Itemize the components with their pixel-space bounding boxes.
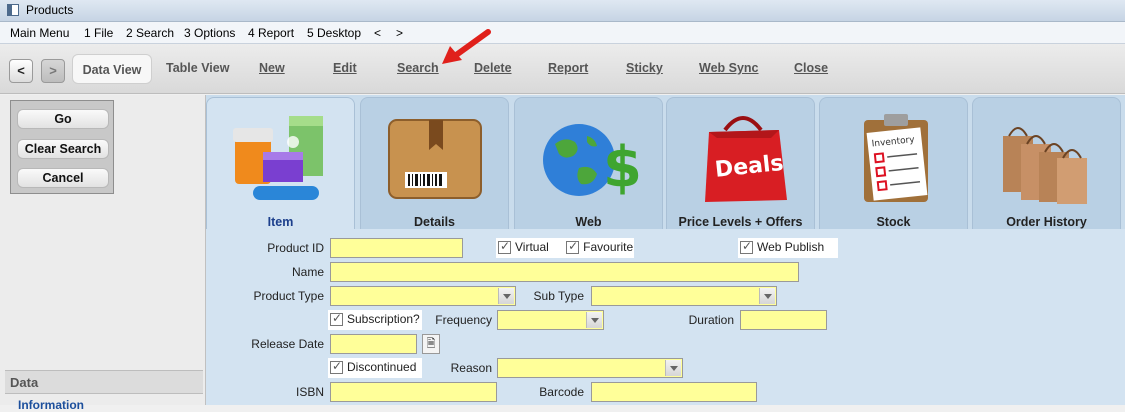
- menu-desktop[interactable]: 5 Desktop: [307, 26, 361, 40]
- chevron-down-icon[interactable]: [586, 312, 602, 328]
- tab-details-label: Details: [414, 215, 455, 229]
- discontinued-checkbox[interactable]: [330, 359, 343, 374]
- edit-button[interactable]: Edit: [333, 61, 357, 75]
- subscription-group: Subscription?: [328, 310, 422, 330]
- frequency-select[interactable]: [497, 310, 604, 330]
- frequency-label: Frequency: [435, 313, 492, 327]
- barcode-label: Barcode: [539, 385, 584, 399]
- table-view-button[interactable]: Table View: [166, 61, 229, 75]
- virtual-favourite-group: Virtual Favourite: [496, 238, 634, 258]
- box-icon: [388, 119, 482, 199]
- virtual-label: Virtual: [515, 240, 549, 254]
- reason-select[interactable]: [497, 358, 683, 378]
- sub-type-label: Sub Type: [533, 289, 584, 303]
- data-section-header: Data: [5, 370, 203, 394]
- release-date-label: Release Date: [251, 337, 324, 351]
- svg-text:$: $: [603, 135, 642, 200]
- products-icon: [233, 116, 323, 200]
- annotation-arrow-icon: [442, 29, 491, 64]
- menu-search[interactable]: 2 Search: [126, 26, 174, 40]
- tab-price-levels-label: Price Levels + Offers: [678, 215, 803, 229]
- close-button[interactable]: Close: [794, 61, 828, 75]
- window-icon: [7, 4, 19, 16]
- tab-web[interactable]: $ Web: [514, 97, 663, 229]
- go-button[interactable]: Go: [17, 109, 109, 129]
- duration-label: Duration: [688, 313, 734, 327]
- favourite-checkbox[interactable]: [566, 239, 580, 254]
- tab-stock-label: Stock: [876, 215, 911, 229]
- toolbar: < > Data View Table View New Edit Search…: [0, 44, 1125, 94]
- product-type-label: Product Type: [253, 289, 325, 303]
- menu-options[interactable]: 3 Options: [184, 26, 235, 40]
- forward-button[interactable]: >: [41, 59, 65, 83]
- window-title: Products: [26, 3, 74, 17]
- subscription-checkbox[interactable]: [330, 311, 343, 326]
- tab-stock[interactable]: Inventory Stock: [819, 97, 968, 229]
- inventory-clipboard-icon: Inventory: [864, 114, 928, 202]
- tab-order-history-label: Order History: [1006, 215, 1087, 229]
- tab-web-label: Web: [575, 215, 602, 229]
- chevron-down-icon[interactable]: [665, 360, 681, 376]
- subscription-label: Subscription?: [347, 312, 420, 326]
- calendar-icon[interactable]: 🗎: [422, 334, 440, 354]
- reason-label: Reason: [450, 361, 492, 375]
- discontinued-group: Discontinued: [328, 358, 422, 378]
- isbn-label: ISBN: [295, 385, 324, 399]
- cancel-button[interactable]: Cancel: [17, 168, 109, 188]
- chevron-down-icon[interactable]: [759, 288, 775, 304]
- shopping-bags-icon: [1003, 127, 1087, 204]
- left-panel: Go Clear Search Cancel Data Information: [0, 95, 206, 412]
- search-button[interactable]: Search: [397, 61, 439, 75]
- data-view-button[interactable]: Data View: [72, 54, 152, 84]
- virtual-checkbox[interactable]: [498, 239, 511, 254]
- discontinued-label: Discontinued: [347, 360, 417, 374]
- tab-details[interactable]: Details: [360, 97, 509, 229]
- tab-order-history[interactable]: Order History: [972, 97, 1121, 229]
- action-button-group: Go Clear Search Cancel: [10, 100, 114, 194]
- menu-report[interactable]: 4 Report: [248, 26, 294, 40]
- name-field[interactable]: [330, 262, 799, 282]
- name-label: Name: [291, 265, 324, 279]
- sub-type-select[interactable]: [591, 286, 777, 306]
- product-type-select[interactable]: [330, 286, 516, 306]
- deals-bag-icon: Deals: [705, 116, 787, 202]
- release-date-field[interactable]: [330, 334, 417, 354]
- barcode-field[interactable]: [591, 382, 757, 402]
- tab-item[interactable]: Item: [206, 97, 355, 229]
- item-form: Product ID Virtual Favourite Web Publish…: [206, 229, 1125, 405]
- clear-search-button[interactable]: Clear Search: [17, 139, 109, 159]
- isbn-field[interactable]: [330, 382, 497, 402]
- favourite-label: Favourite: [583, 240, 634, 254]
- duration-field[interactable]: [740, 310, 827, 330]
- web-publish-group: Web Publish: [738, 238, 838, 258]
- data-information-link[interactable]: Information: [18, 398, 84, 412]
- product-id-field[interactable]: [330, 238, 463, 258]
- menu-bar: Main Menu 1 File 2 Search 3 Options 4 Re…: [0, 22, 1125, 44]
- tab-item-label: Item: [267, 215, 294, 229]
- globe-dollar-icon: $: [543, 124, 642, 200]
- web-publish-checkbox[interactable]: [740, 239, 753, 254]
- menu-file[interactable]: 1 File: [84, 26, 113, 40]
- web-publish-label: Web Publish: [757, 240, 825, 254]
- title-bar: Products: [0, 0, 1125, 22]
- web-sync-button[interactable]: Web Sync: [699, 61, 759, 75]
- report-button[interactable]: Report: [548, 61, 588, 75]
- back-button[interactable]: <: [9, 59, 33, 83]
- menu-prev[interactable]: <: [374, 26, 381, 40]
- product-id-label: Product ID: [267, 241, 324, 255]
- menu-next[interactable]: >: [396, 26, 403, 40]
- menu-main[interactable]: Main Menu: [10, 26, 69, 40]
- new-button[interactable]: New: [259, 61, 285, 75]
- sticky-button[interactable]: Sticky: [626, 61, 663, 75]
- tab-price-levels[interactable]: Deals Price Levels + Offers: [666, 97, 815, 229]
- main-panel: Item Details $ Web Deals Price Levels + …: [206, 95, 1125, 405]
